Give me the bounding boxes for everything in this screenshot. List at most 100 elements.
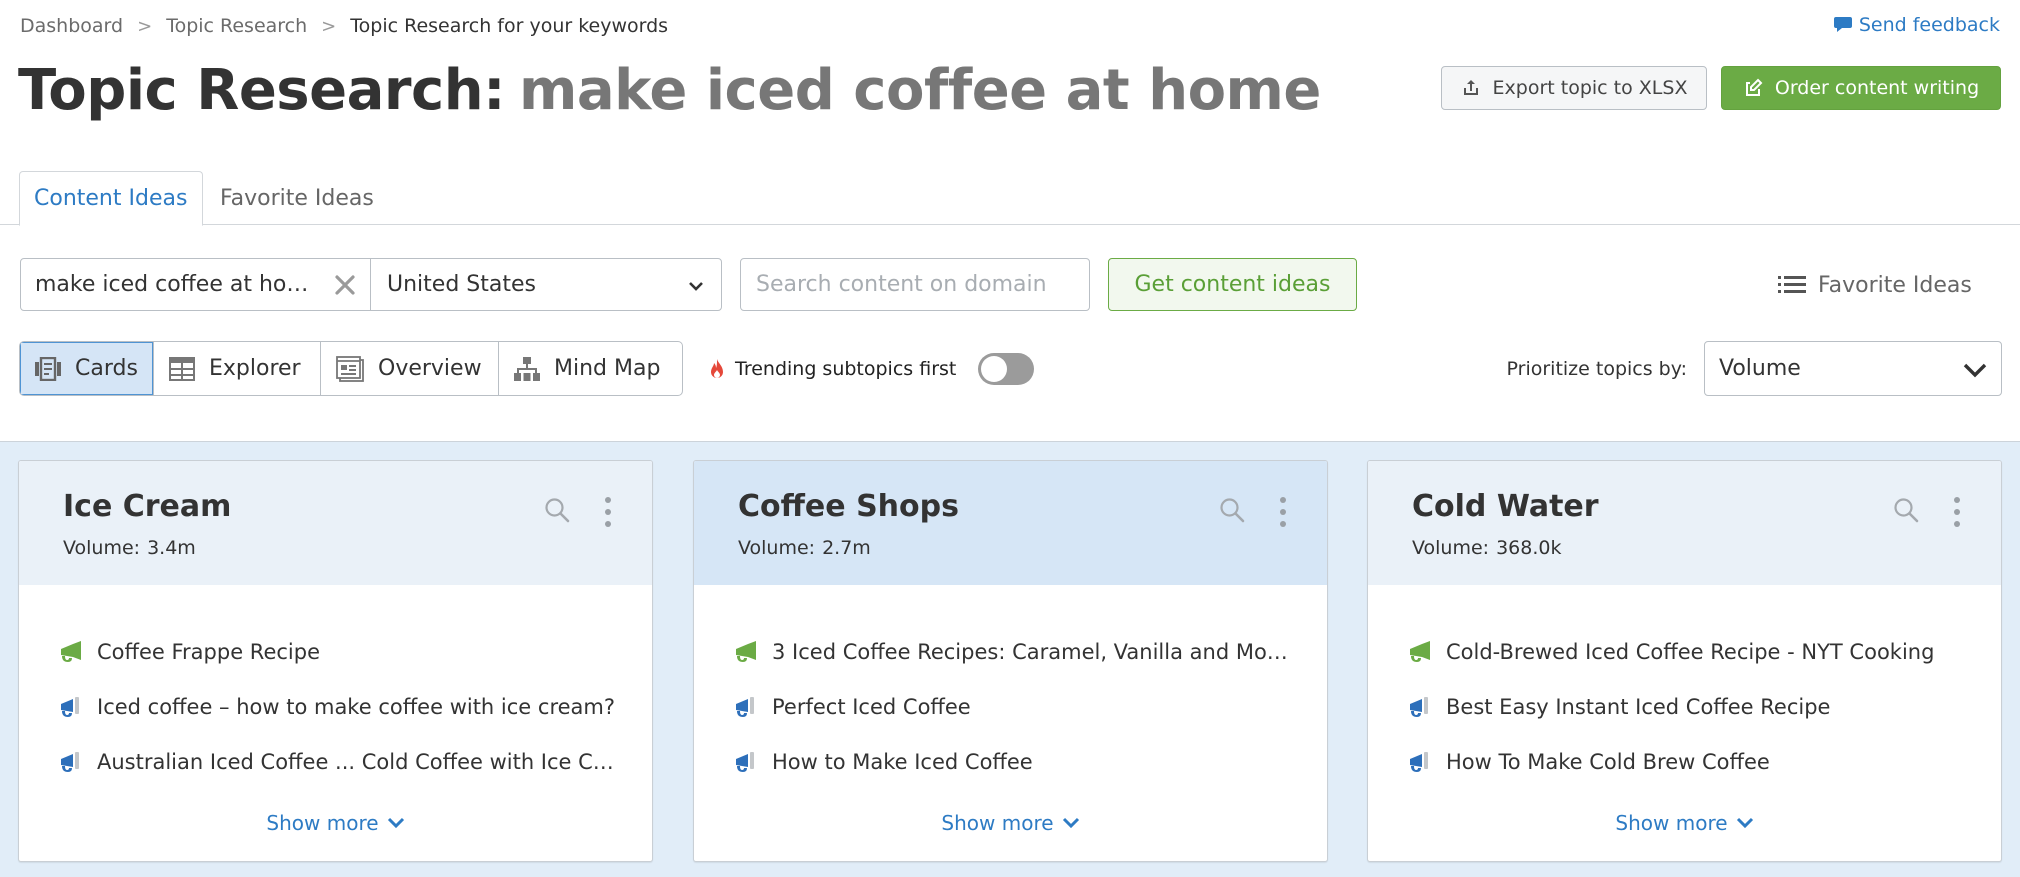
chevron-down-icon — [1963, 363, 1987, 378]
get-content-ideas-label: Get content ideas — [1134, 272, 1331, 297]
topic-card-header: Coffee Shops Volume: 2.7m — [694, 461, 1327, 585]
idea-list-item[interactable]: Cold-Brewed Iced Coffee Recipe - NYT Coo… — [1408, 624, 1981, 679]
megaphone-question-icon — [736, 696, 754, 717]
topic-card-header: Ice Cream Volume: 3.4m — [19, 461, 652, 585]
view-mind-map-button[interactable]: Mind Map — [499, 342, 682, 395]
idea-title: Iced coffee – how to make coffee with ic… — [97, 694, 616, 719]
clear-icon[interactable] — [332, 272, 358, 298]
topic-card-volume: Volume: 368.0k — [1412, 537, 1561, 559]
keyword-input-value: make iced coffee at ho… — [35, 272, 309, 297]
prioritize-label: Prioritize topics by: — [1506, 358, 1687, 380]
page-title-prefix: Topic Research: — [18, 57, 505, 123]
domain-search-input[interactable]: Search content on domain — [740, 258, 1090, 311]
get-content-ideas-button[interactable]: Get content ideas — [1108, 258, 1357, 311]
idea-list-item[interactable]: How To Make Cold Brew Coffee — [1408, 734, 1981, 789]
export-xlsx-label: Export topic to XLSX — [1492, 77, 1688, 99]
idea-list-item[interactable]: Australian Iced Coffee ... Cold Coffee w… — [59, 734, 632, 789]
list-icon — [1778, 276, 1806, 293]
domain-search-placeholder: Search content on domain — [756, 272, 1047, 297]
chevron-down-icon — [1736, 817, 1753, 829]
show-more-button[interactable]: Show more — [19, 811, 652, 835]
show-more-button[interactable]: Show more — [694, 811, 1327, 835]
export-xlsx-button[interactable]: Export topic to XLSX — [1441, 66, 1707, 110]
keyword-input[interactable]: make iced coffee at ho… — [21, 259, 371, 310]
show-more-label: Show more — [941, 811, 1054, 835]
cards-icon — [35, 356, 61, 381]
trending-subtopics-toggle[interactable] — [978, 353, 1034, 385]
tab-favorite-ideas-label: Favorite Ideas — [220, 185, 374, 211]
megaphone-question-icon — [61, 751, 79, 772]
topic-card-title: Coffee Shops — [738, 489, 959, 524]
country-select[interactable]: United States — [371, 259, 721, 310]
more-options-icon[interactable] — [1277, 497, 1289, 527]
volume-value: 368.0k — [1496, 537, 1562, 559]
topic-card-volume: Volume: 2.7m — [738, 537, 871, 559]
topic-card-ideas: Cold-Brewed Iced Coffee Recipe - NYT Coo… — [1408, 624, 1981, 789]
edit-document-icon — [1745, 78, 1763, 96]
megaphone-question-icon — [1410, 696, 1428, 717]
view-mind-map-label: Mind Map — [554, 356, 661, 381]
order-content-writing-button[interactable]: Order content writing — [1721, 66, 2001, 110]
idea-list-item[interactable]: Perfect Iced Coffee — [734, 679, 1307, 734]
idea-list-item[interactable]: How to Make Iced Coffee — [734, 734, 1307, 789]
view-explorer-button[interactable]: Explorer — [154, 342, 321, 395]
table-icon — [169, 356, 195, 381]
view-explorer-label: Explorer — [209, 356, 301, 381]
breadcrumb-separator: > — [137, 15, 153, 37]
search-icon[interactable] — [1219, 497, 1245, 523]
show-more-label: Show more — [1615, 811, 1728, 835]
view-cards-button[interactable]: Cards — [20, 342, 154, 395]
page-title-keyword: make iced coffee at home — [518, 57, 1321, 123]
idea-list-item[interactable]: 3 Iced Coffee Recipes: Caramel, Vanilla … — [734, 624, 1307, 679]
idea-list-item[interactable]: Iced coffee – how to make coffee with ic… — [59, 679, 632, 734]
order-content-writing-label: Order content writing — [1774, 77, 1980, 99]
prioritize-select[interactable]: Volume — [1704, 341, 2002, 396]
search-icon[interactable] — [1893, 497, 1919, 523]
idea-title: Coffee Frappe Recipe — [97, 639, 321, 664]
more-options-icon[interactable] — [1951, 497, 1963, 527]
view-overview-button[interactable]: Overview — [321, 342, 499, 395]
chevron-down-icon — [387, 817, 404, 829]
show-more-label: Show more — [266, 811, 379, 835]
toggle-knob — [981, 356, 1007, 382]
topic-card: Ice Cream Volume: 3.4m Coffee Frappe Reci… — [18, 460, 653, 862]
megaphone-headline-icon — [736, 640, 756, 662]
idea-title: Best Easy Instant Iced Coffee Recipe — [1446, 694, 1831, 719]
idea-list-item[interactable]: Coffee Frappe Recipe — [59, 624, 632, 679]
idea-title: How to Make Iced Coffee — [772, 749, 1033, 774]
topic-card-volume: Volume: 3.4m — [63, 537, 196, 559]
view-switcher: Cards Explorer Overview Mind Map — [19, 341, 683, 396]
show-more-button[interactable]: Show more — [1368, 811, 2001, 835]
volume-label: Volume: — [1412, 537, 1490, 559]
idea-list-item[interactable]: Best Easy Instant Iced Coffee Recipe — [1408, 679, 1981, 734]
megaphone-headline-icon — [1410, 640, 1430, 662]
topic-card-header: Cold Water Volume: 368.0k — [1368, 461, 2001, 585]
search-icon[interactable] — [544, 497, 570, 523]
prioritize-select-value: Volume — [1719, 356, 1801, 381]
topic-card-title: Ice Cream — [63, 489, 232, 524]
more-options-icon[interactable] — [602, 497, 614, 527]
breadcrumb-topic-research[interactable]: Topic Research — [166, 15, 307, 37]
view-overview-label: Overview — [378, 356, 482, 381]
upload-icon — [1463, 80, 1478, 95]
breadcrumb: Dashboard > Topic Research > Topic Resea… — [20, 12, 668, 40]
breadcrumb-separator: > — [321, 15, 337, 37]
country-select-value: United States — [387, 272, 536, 297]
tab-favorite-ideas[interactable]: Favorite Ideas — [206, 171, 388, 225]
hierarchy-icon — [514, 356, 540, 381]
flame-icon — [711, 359, 723, 378]
breadcrumb-dashboard[interactable]: Dashboard — [20, 15, 123, 37]
topic-card-title: Cold Water — [1412, 489, 1599, 524]
favorite-ideas-link[interactable]: Favorite Ideas — [1778, 268, 1972, 302]
topic-card-ideas: 3 Iced Coffee Recipes: Caramel, Vanilla … — [734, 624, 1307, 789]
idea-title: 3 Iced Coffee Recipes: Caramel, Vanilla … — [772, 639, 1288, 664]
keyword-search-group: make iced coffee at ho… United States — [20, 258, 722, 311]
volume-label: Volume: — [738, 537, 816, 559]
volume-value: 2.7m — [822, 537, 871, 559]
view-cards-label: Cards — [75, 356, 138, 381]
overview-icon — [336, 355, 364, 382]
idea-title: Australian Iced Coffee ... Cold Coffee w… — [97, 749, 614, 774]
speech-bubble-icon — [1833, 17, 1852, 32]
tab-content-ideas[interactable]: Content Ideas — [19, 171, 203, 226]
send-feedback-link[interactable]: Send feedback — [1833, 11, 2000, 39]
